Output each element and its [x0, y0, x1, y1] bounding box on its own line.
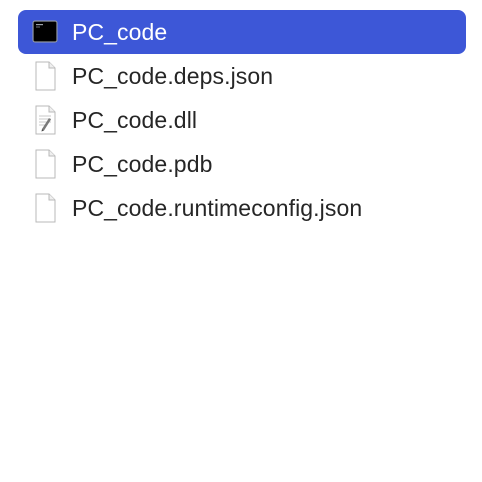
file-row-pdb[interactable]: PC_code.pdb — [18, 142, 466, 186]
file-row-pc-code[interactable]: PC_code — [18, 10, 466, 54]
text-document-icon — [32, 105, 58, 135]
blank-document-icon — [32, 193, 58, 223]
file-name-label: PC_code.pdb — [72, 151, 213, 177]
file-name-label: PC_code — [72, 19, 168, 45]
blank-document-icon — [32, 61, 58, 91]
file-row-runtimeconfig-json[interactable]: PC_code.runtimeconfig.json — [18, 186, 466, 230]
file-row-dll[interactable]: PC_code.dll — [18, 98, 466, 142]
terminal-executable-icon — [32, 17, 58, 47]
blank-document-icon — [32, 149, 58, 179]
file-name-label: PC_code.deps.json — [72, 63, 274, 89]
file-name-label: PC_code.runtimeconfig.json — [72, 195, 363, 221]
file-row-deps-json[interactable]: PC_code.deps.json — [18, 54, 466, 98]
file-list: PC_code PC_code.deps.json PC_code.dll PC… — [18, 10, 466, 230]
file-name-label: PC_code.dll — [72, 107, 198, 133]
